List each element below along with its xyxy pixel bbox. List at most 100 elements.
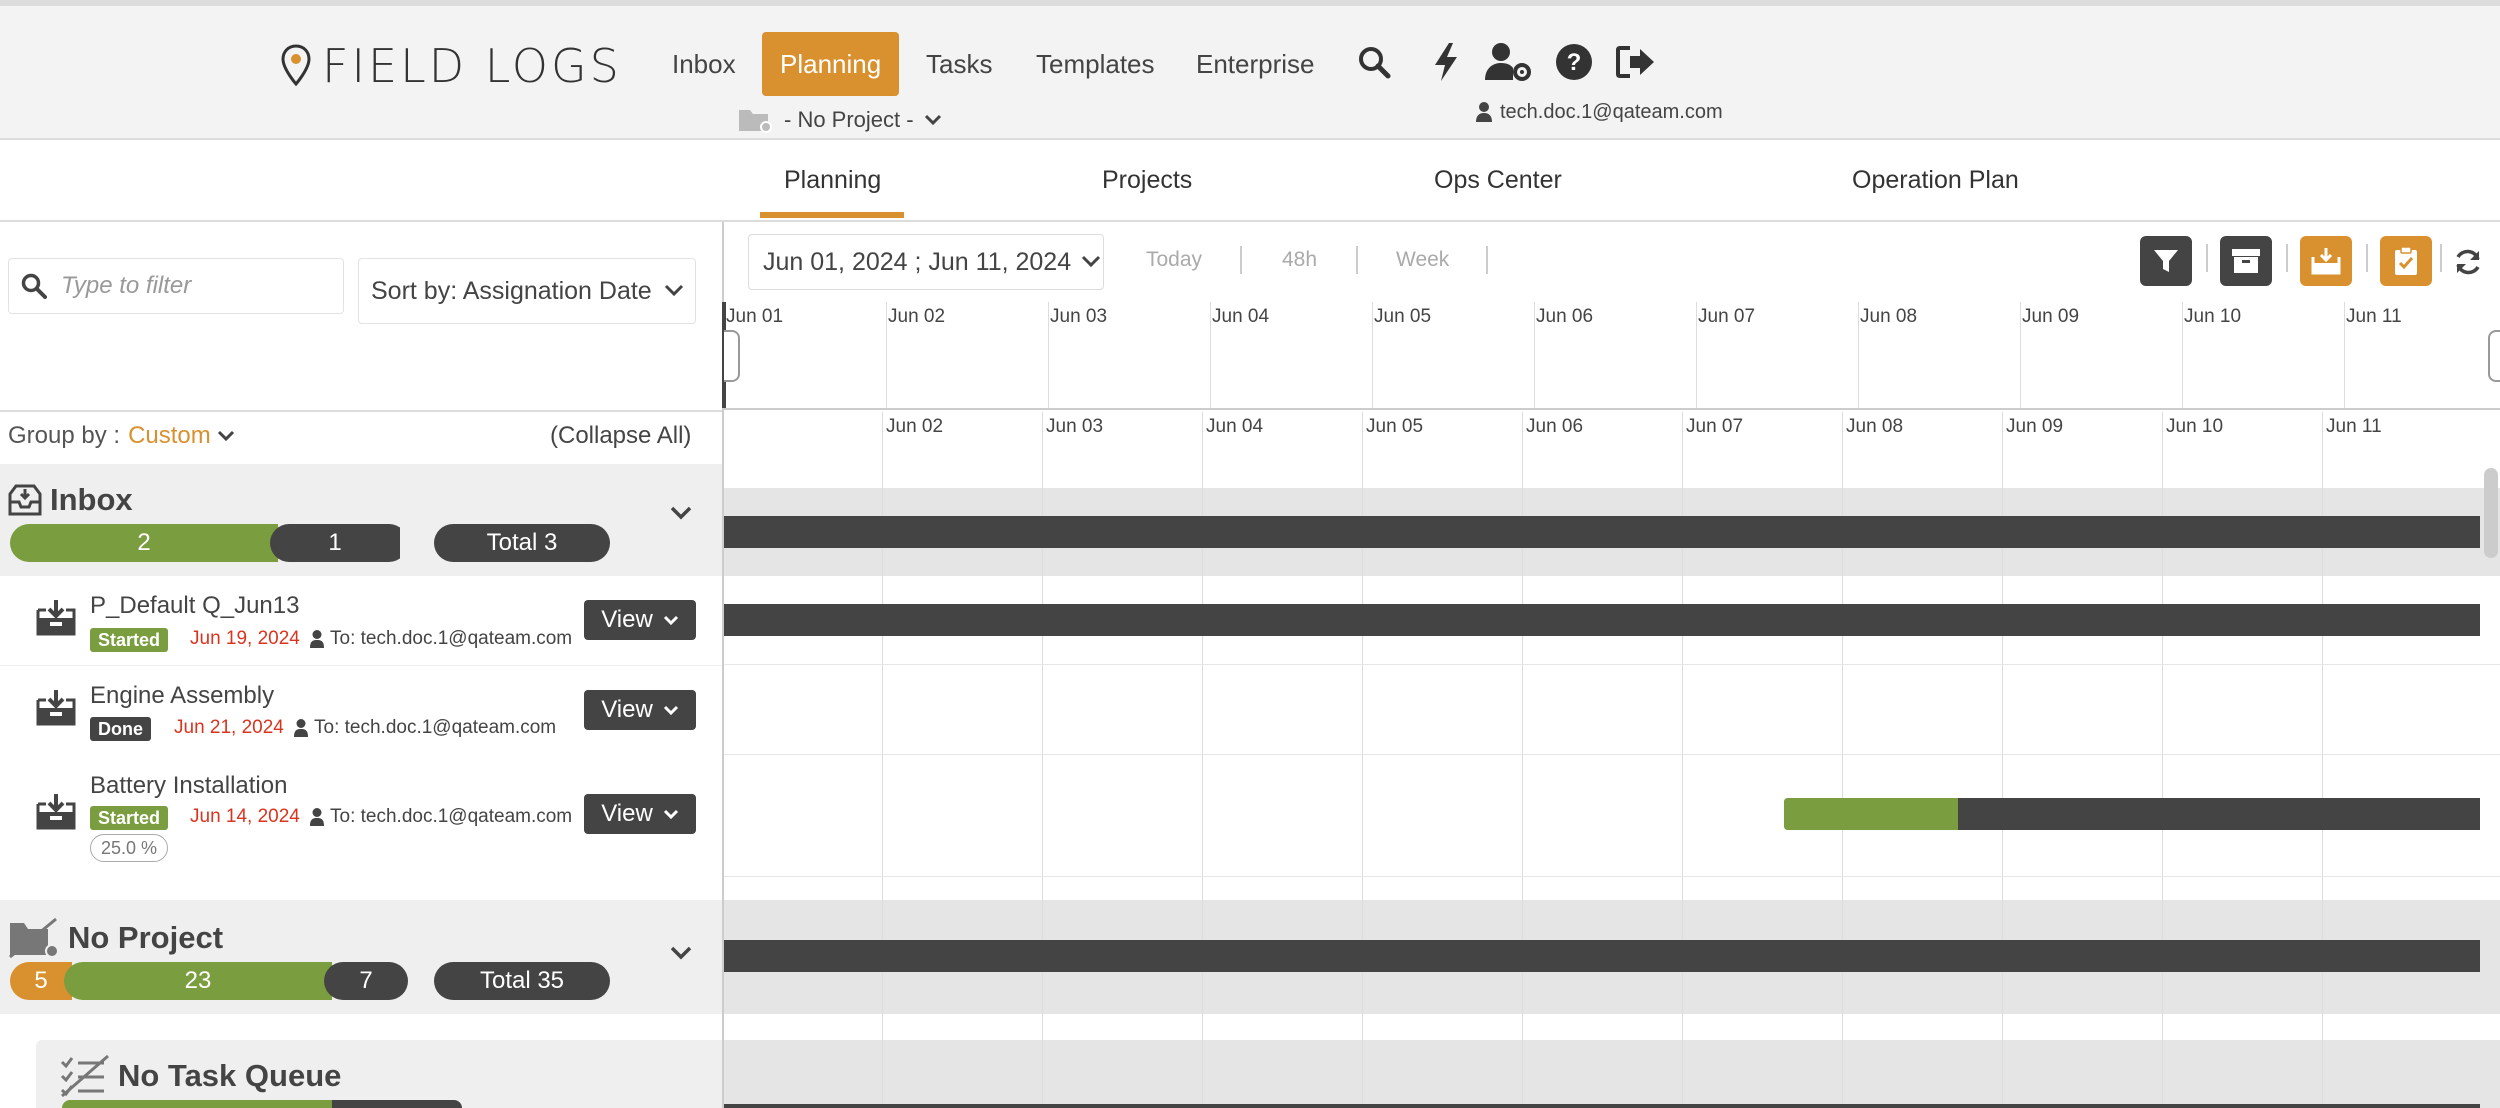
tab-operation-plan[interactable]: Operation Plan <box>1852 160 2019 200</box>
clipboard-check-icon <box>2393 246 2419 276</box>
inbox-seg-done: 1 <box>270 524 400 562</box>
nav-inbox[interactable]: Inbox <box>654 32 754 96</box>
inbox-icon <box>8 484 42 516</box>
timeline-day-line <box>1372 302 1373 408</box>
chevron-down-icon[interactable] <box>670 946 692 965</box>
timeline-day-line <box>2020 302 2021 408</box>
gantt-day-label: Jun 05 <box>1366 416 1424 437</box>
range-handle-left[interactable] <box>724 330 740 382</box>
range-week-button[interactable]: Week <box>1396 246 1449 274</box>
archive-button[interactable] <box>2220 236 2272 286</box>
inbox-status-bar: 2 1 <box>10 524 408 562</box>
search-icon[interactable] <box>1350 38 1398 86</box>
no-project-seg-started: 23 <box>64 962 332 1000</box>
inbox-icon <box>2311 247 2341 275</box>
filter-placeholder: Type to filter <box>61 272 192 299</box>
project-selector[interactable]: - No Project - <box>738 104 942 136</box>
sub-navigation <box>0 140 2500 222</box>
task-list-icon <box>60 1054 110 1098</box>
logo-text: FIELD LOGS <box>322 39 622 93</box>
gantt-day-label: Jun 08 <box>1846 416 1904 437</box>
chevron-down-icon <box>663 615 679 625</box>
folder-settings-icon <box>738 107 774 133</box>
nav-enterprise[interactable]: Enterprise <box>1178 32 1333 96</box>
gantt-header <box>724 410 2500 486</box>
date-range-text: Jun 01, 2024 ; Jun 11, 2024 <box>763 247 1072 276</box>
inbox-task-icon <box>36 792 76 835</box>
range-today-button[interactable]: Today <box>1146 246 1202 274</box>
refresh-icon[interactable] <box>2450 244 2486 280</box>
vertical-scrollbar[interactable] <box>2484 468 2498 558</box>
gantt-bar-task[interactable] <box>724 604 2480 636</box>
timeline-day-line <box>1210 302 1211 408</box>
user-settings-icon[interactable] <box>1484 38 1532 86</box>
panel-divider <box>0 410 722 412</box>
app-logo[interactable]: FIELD LOGS <box>276 36 622 96</box>
row-divider <box>724 876 2500 877</box>
separator <box>2206 244 2208 272</box>
task-assignee-text: To: tech.doc.1@qateam.com <box>330 806 573 827</box>
nav-templates[interactable]: Templates <box>1018 32 1173 96</box>
timeline-day-line <box>2182 302 2183 408</box>
task-title[interactable]: P_Default Q_Jun13 <box>90 592 299 620</box>
gantt-bar-progress <box>1784 798 1958 830</box>
gantt-bar-no-task-queue[interactable] <box>724 1104 2480 1108</box>
group-by-control[interactable]: Group by : Custom <box>8 420 235 452</box>
timeline-day-line <box>1534 302 1535 408</box>
nav-planning[interactable]: Planning <box>762 32 900 96</box>
user-icon <box>1476 102 1492 122</box>
filter-button[interactable] <box>2140 236 2192 286</box>
timeline-day-label: Jun 06 <box>1536 306 1594 327</box>
timeline-day-label: Jun 08 <box>1860 306 1918 327</box>
nav-tasks[interactable]: Tasks <box>908 32 1010 96</box>
bolt-icon[interactable] <box>1422 38 1470 86</box>
range-handle-right[interactable] <box>2488 330 2500 382</box>
row-divider <box>724 664 2500 665</box>
view-button[interactable]: View <box>584 690 696 730</box>
task-assignee: To: tech.doc.1@qateam.com <box>294 717 556 739</box>
task-assignee: To: tech.doc.1@qateam.com <box>310 628 572 650</box>
user-icon <box>294 719 308 737</box>
collapse-all-link[interactable]: (Collapse All) <box>550 420 691 452</box>
view-button[interactable]: View <box>584 600 696 640</box>
inbox-group-title: Inbox <box>8 480 133 520</box>
chevron-down-icon <box>663 809 679 819</box>
task-title[interactable]: Engine Assembly <box>90 682 274 710</box>
separator <box>1240 246 1242 274</box>
view-button[interactable]: View <box>584 794 696 834</box>
tab-ops-center[interactable]: Ops Center <box>1434 160 1562 200</box>
no-project-status-bar: 5 23 7 <box>10 962 408 1000</box>
inbox-task-icon <box>36 598 76 641</box>
chevron-down-icon <box>924 114 942 126</box>
no-project-group-label: No Project <box>68 920 224 955</box>
inbox-toggle-button[interactable] <box>2300 236 2352 286</box>
range-48h-button[interactable]: 48h <box>1282 246 1317 274</box>
separator <box>1486 246 1488 274</box>
date-range-picker[interactable]: Jun 01, 2024 ; Jun 11, 2024 <box>748 234 1104 290</box>
timeline-day-label: Jun 02 <box>888 306 946 327</box>
gantt-day-label: Jun 06 <box>1526 416 1584 437</box>
chevron-down-icon[interactable] <box>670 506 692 525</box>
status-badge: Done <box>90 717 151 741</box>
logout-icon[interactable] <box>1612 38 1660 86</box>
help-icon[interactable]: ? <box>1550 38 1598 86</box>
filter-input[interactable]: Type to filter <box>8 258 344 314</box>
timeline-day-line <box>1048 302 1049 408</box>
timeline-day-label: Jun 10 <box>2184 306 2242 327</box>
tab-planning[interactable]: Planning <box>784 160 881 200</box>
gantt-bar-no-project-group[interactable] <box>724 940 2480 972</box>
archive-icon <box>2231 248 2261 274</box>
view-label: View <box>601 800 653 827</box>
sort-select[interactable]: Sort by: Assignation Date <box>358 258 696 324</box>
task-assignee-text: To: tech.doc.1@qateam.com <box>314 717 557 738</box>
timeline-day-label: Jun 04 <box>1212 306 1270 327</box>
tasks-toggle-button[interactable] <box>2380 236 2432 286</box>
tab-projects[interactable]: Projects <box>1102 160 1192 200</box>
user-icon <box>310 808 324 826</box>
task-due-date: Jun 14, 2024 <box>190 806 300 827</box>
inbox-group-label: Inbox <box>50 482 133 517</box>
task-title[interactable]: Battery Installation <box>90 772 287 800</box>
inbox-task-icon <box>36 688 76 731</box>
gantt-bar-inbox-group[interactable] <box>724 516 2480 548</box>
chevron-down-icon <box>1081 255 1101 269</box>
